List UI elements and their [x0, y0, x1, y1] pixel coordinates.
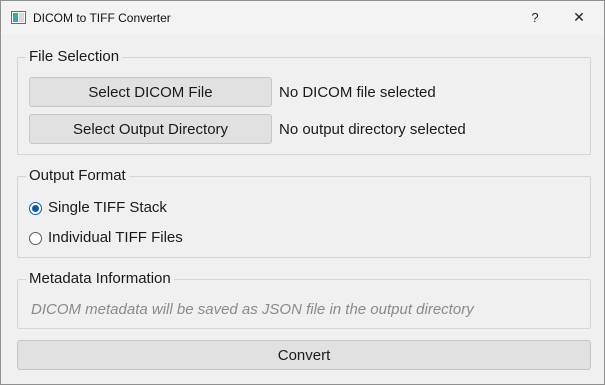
help-button[interactable]: ?: [513, 1, 557, 34]
radio-individual-tiff-files[interactable]: Individual TIFF Files: [29, 229, 183, 247]
radio-button-checked[interactable]: [29, 201, 42, 215]
metadata-note: DICOM metadata will be saved as JSON fil…: [31, 301, 474, 318]
file-selection-group: File Selection Select DICOM File No DICO…: [17, 48, 591, 155]
select-dicom-file-button[interactable]: Select DICOM File: [29, 77, 272, 107]
convert-button[interactable]: Convert: [17, 340, 591, 370]
close-icon: ✕: [573, 9, 585, 25]
help-icon: ?: [531, 10, 539, 25]
radio-label: Individual TIFF Files: [48, 229, 183, 246]
output-directory-status: No output directory selected: [279, 121, 466, 138]
metadata-group: Metadata Information DICOM metadata will…: [17, 270, 591, 329]
converter-window: DICOM to TIFF Converter ? ✕ File Selecti…: [0, 0, 605, 385]
output-format-group: Output Format Single TIFF Stack Individu…: [17, 167, 591, 258]
radio-single-tiff-stack[interactable]: Single TIFF Stack: [29, 199, 167, 217]
file-selection-title: File Selection: [26, 48, 123, 66]
select-output-directory-button[interactable]: Select Output Directory: [29, 114, 272, 144]
app-icon: [11, 11, 26, 24]
dicom-file-status: No DICOM file selected: [279, 84, 436, 101]
window-title: DICOM to TIFF Converter: [33, 11, 171, 25]
radio-label: Single TIFF Stack: [48, 199, 167, 216]
title-bar[interactable]: DICOM to TIFF Converter ? ✕: [1, 1, 604, 34]
output-format-title: Output Format: [26, 167, 129, 185]
radio-button-unchecked[interactable]: [29, 231, 42, 245]
close-button[interactable]: ✕: [557, 1, 601, 34]
metadata-title: Metadata Information: [26, 270, 174, 288]
